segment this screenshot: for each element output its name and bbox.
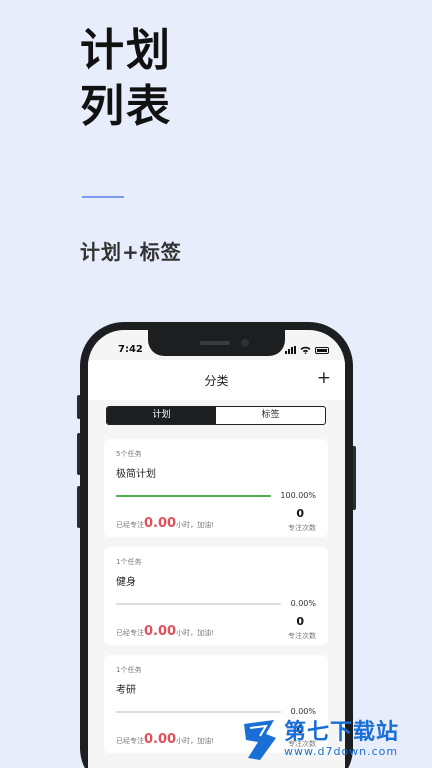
- focus-count-label: 专注次数: [288, 632, 316, 640]
- battery-icon: [315, 346, 329, 354]
- tab-plan[interactable]: 计划: [107, 407, 216, 424]
- hero-title: 计划 列表: [80, 26, 172, 132]
- focus-summary: 已经专注0.00小时，加油!: [116, 732, 214, 747]
- plan-name: 极简计划: [116, 469, 156, 480]
- task-count: 5个任务: [116, 450, 142, 458]
- task-count: 1个任务: [116, 666, 142, 674]
- focus-prefix: 已经专注: [116, 521, 144, 529]
- watermark-logo-icon: [244, 720, 276, 760]
- speaker-grille: [200, 341, 230, 345]
- focus-count: 0: [296, 507, 304, 520]
- phone-screen: 7:42 分类 + 计划 标签 5个任务 极简计划 100.00% 已经专注0.…: [88, 330, 345, 768]
- plan-name: 考研: [116, 685, 136, 696]
- focus-hours: 0.00: [144, 516, 177, 531]
- signal-icon: [285, 346, 296, 354]
- progress-percent: 100.00%: [280, 491, 316, 500]
- watermark-url: www.d7down.com: [284, 745, 399, 758]
- hero-title-line1: 计划: [80, 25, 172, 76]
- phone-frame: 7:42 分类 + 计划 标签 5个任务 极简计划 100.00% 已经专注0.…: [80, 322, 353, 768]
- focus-summary: 已经专注0.00小时，加油!: [116, 624, 214, 639]
- focus-hours: 0.00: [144, 732, 177, 747]
- progress-bar: [116, 495, 271, 497]
- plan-name: 健身: [116, 577, 136, 588]
- plan-card[interactable]: 1个任务 健身 0.00% 已经专注0.00小时，加油! 0 专注次数: [104, 547, 328, 645]
- focus-suffix: 小时，加油!: [176, 629, 214, 637]
- hero-subtitle: 计划+标签: [80, 240, 182, 264]
- focus-count: 0: [296, 615, 304, 628]
- tab-tags[interactable]: 标签: [216, 407, 325, 424]
- focus-suffix: 小时，加油!: [176, 737, 214, 745]
- task-count: 1个任务: [116, 558, 142, 566]
- watermark-name: 第七下载站: [284, 720, 400, 745]
- watermark: 第七下载站 www.d7down.com: [240, 718, 399, 762]
- hero-title-line2: 列表: [80, 81, 172, 132]
- segment-control: 计划 标签: [106, 406, 326, 425]
- hero-divider: [82, 196, 124, 198]
- nav-title: 分类: [204, 374, 229, 388]
- focus-hours: 0.00: [144, 624, 177, 639]
- front-camera: [241, 339, 249, 347]
- status-time: 7:42: [118, 344, 143, 355]
- status-icons: [285, 346, 329, 354]
- progress-bar: [116, 711, 281, 713]
- focus-suffix: 小时，加油!: [176, 521, 214, 529]
- focus-prefix: 已经专注: [116, 629, 144, 637]
- plan-card[interactable]: 5个任务 极简计划 100.00% 已经专注0.00小时，加油! 0 专注次数: [104, 439, 328, 537]
- phone-notch: [148, 330, 285, 356]
- add-button[interactable]: +: [317, 368, 331, 388]
- nav-bar: 分类 +: [88, 360, 345, 400]
- progress-fill: [116, 495, 271, 497]
- focus-prefix: 已经专注: [116, 737, 144, 745]
- progress-percent: 0.00%: [290, 599, 316, 608]
- focus-summary: 已经专注0.00小时，加油!: [116, 516, 214, 531]
- wifi-icon: [300, 346, 311, 354]
- progress-bar: [116, 603, 281, 605]
- focus-count-label: 专注次数: [288, 524, 316, 532]
- progress-percent: 0.00%: [290, 707, 316, 716]
